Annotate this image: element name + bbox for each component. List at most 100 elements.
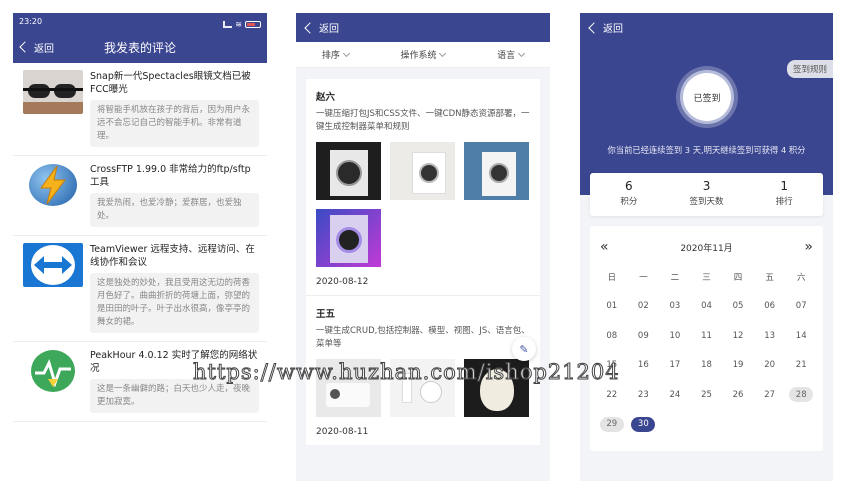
- calendar-day-number: 06: [764, 301, 776, 312]
- weekday-label: 日: [607, 272, 617, 283]
- streak-text: 你当前已经连续签到 3 天,明天继续签到可获得 4 积分: [607, 145, 806, 155]
- calendar-day-number: 24: [669, 389, 681, 400]
- stat-days: 3 签到天数: [668, 173, 746, 216]
- calendar-day[interactable]: 22: [596, 380, 628, 410]
- calendar-day-number: 21: [795, 360, 807, 371]
- calendar-day[interactable]: 19: [722, 351, 754, 381]
- calendar-day[interactable]: 25: [691, 380, 723, 410]
- post-card[interactable]: 王五 一键生成CRUD,包括控制器、模型、视图、JS、语言包、菜单等 2020-…: [306, 295, 540, 445]
- checkin-rules-button[interactable]: 签到规则: [786, 60, 833, 78]
- header: 23:20 ≋ 返回 我发表的评论: [13, 13, 267, 63]
- post-image[interactable]: [316, 142, 381, 200]
- calendar-day[interactable]: 17: [659, 351, 691, 381]
- prev-month-button[interactable]: «: [600, 239, 609, 255]
- pencil-icon: ✎: [519, 342, 529, 356]
- chevron-down-icon: [342, 49, 350, 57]
- calendar-day[interactable]: 01: [596, 292, 628, 322]
- calendar-day[interactable]: 20: [754, 351, 786, 381]
- calendar-day-number: 27: [764, 389, 776, 400]
- post-image[interactable]: [390, 142, 455, 200]
- comment-title[interactable]: Snap新一代Spectacles眼镜文档已被FCC曝光: [90, 70, 259, 96]
- comment-text: 这是一条幽僻的路；白天也少人走，夜晚更加寂寞。: [90, 379, 259, 413]
- comment-title[interactable]: CrossFTP 1.99.0 非常给力的ftp/sftp工具: [90, 163, 259, 189]
- calendar-day-number: 04: [701, 301, 712, 312]
- chevron-left-icon: [588, 21, 600, 34]
- battery-icon: [245, 20, 261, 28]
- calendar-day[interactable]: 10: [659, 321, 691, 351]
- stat-label: 签到天数: [689, 197, 724, 207]
- arrows-icon: [34, 256, 72, 274]
- filter-label: 排序: [321, 51, 340, 61]
- calendar-day-number: 30: [631, 416, 656, 432]
- checkin-header: 返回 签到规则 已签到 你当前已经连续签到 3 天,明天继续签到可获得 4 积分: [580, 13, 833, 195]
- back-button[interactable]: 返回: [304, 20, 339, 35]
- filter-bar: 排序 操作系统 语言: [296, 42, 550, 68]
- os-filter[interactable]: 操作系统: [400, 48, 447, 61]
- calendar-day[interactable]: 02: [628, 292, 660, 322]
- filter-label: 语言: [497, 51, 516, 61]
- checkin-button[interactable]: 已签到: [676, 66, 738, 128]
- checkin-screen: 返回 签到规则 已签到 你当前已经连续签到 3 天,明天继续签到可获得 4 积分…: [580, 13, 833, 481]
- calendar-grid: 日 一 二 三 四 五 六 01 02 03 04 05 06 07 08 09 10 11 12 13 14 15 16 1…: [596, 262, 817, 439]
- calendar-day-number: 13: [764, 330, 776, 341]
- calendar-day[interactable]: 29: [596, 410, 628, 440]
- calendar-day[interactable]: 23: [628, 380, 660, 410]
- calendar-day[interactable]: 12: [722, 321, 754, 351]
- calendar-day[interactable]: 15: [596, 351, 628, 381]
- calendar-day[interactable]: 21: [785, 351, 817, 381]
- stat-value: 3: [702, 179, 711, 193]
- post-image[interactable]: [316, 359, 381, 417]
- calendar-day[interactable]: 30: [628, 410, 660, 440]
- comment-item[interactable]: CrossFTP 1.99.0 非常给力的ftp/sftp工具 我爱热闹，也爱冷…: [13, 156, 267, 236]
- comment-title[interactable]: TeamViewer 远程支持、远程访问、在线协作和会议: [90, 243, 259, 269]
- comment-title[interactable]: PeakHour 4.0.12 实时了解您的网络状况: [90, 349, 259, 375]
- comment-item[interactable]: TeamViewer 远程支持、远程访问、在线协作和会议 这是独处的妙处，我且受…: [13, 236, 267, 342]
- post-image[interactable]: [390, 359, 455, 417]
- post-image[interactable]: [464, 359, 529, 417]
- calendar-day[interactable]: 06: [754, 292, 786, 322]
- calendar-day[interactable]: 08: [596, 321, 628, 351]
- language-filter[interactable]: 语言: [497, 48, 526, 61]
- back-button[interactable]: 返回: [588, 20, 623, 35]
- post-description: 一键生成CRUD,包括控制器、模型、视图、JS、语言包、菜单等: [316, 326, 530, 349]
- post-card[interactable]: 赵六 一键压缩打包JS和CSS文件、一键CDN静态资源部署，一键生成控制器菜单和…: [306, 79, 540, 295]
- calendar-day-number: 01: [606, 301, 618, 312]
- calendar-day[interactable]: 24: [659, 380, 691, 410]
- post-author: 王五: [316, 309, 336, 320]
- calendar-day[interactable]: 09: [628, 321, 660, 351]
- next-month-button[interactable]: »: [804, 239, 813, 255]
- weekday-label: 四: [733, 272, 743, 283]
- calendar-day[interactable]: 16: [628, 351, 660, 381]
- status-icons: ≋: [223, 17, 261, 31]
- edit-fab-button[interactable]: ✎: [512, 337, 536, 361]
- post-image[interactable]: [316, 209, 381, 267]
- posts-screen: 返回 排序 操作系统 语言 赵六 一键压缩打包JS和CSS文件、一键CDN静态资…: [296, 13, 550, 481]
- calendar-day[interactable]: 28: [785, 380, 817, 410]
- filter-label: 操作系统: [400, 51, 437, 61]
- calendar-day[interactable]: 13: [754, 321, 786, 351]
- calendar-day-number: 29: [599, 416, 624, 432]
- calendar-day[interactable]: 14: [785, 321, 817, 351]
- nav-bar: 返回 我发表的评论: [13, 31, 267, 63]
- calendar-day[interactable]: 04: [691, 292, 723, 322]
- stats-card: 6 积分 3 签到天数 1 排行: [590, 173, 823, 216]
- calendar-day[interactable]: 26: [722, 380, 754, 410]
- stat-points: 6 积分: [590, 173, 668, 216]
- calendar-day[interactable]: 18: [691, 351, 723, 381]
- post-image[interactable]: [464, 142, 529, 200]
- chevron-left-icon: [304, 21, 316, 34]
- calendar-day[interactable]: 05: [722, 292, 754, 322]
- calendar-day[interactable]: 11: [691, 321, 723, 351]
- calendar-day[interactable]: 07: [785, 292, 817, 322]
- calendar-day-number: 15: [606, 360, 618, 371]
- calendar-day-number: 03: [669, 301, 681, 312]
- calendar-day-number: 02: [637, 301, 649, 312]
- sort-filter[interactable]: 排序: [321, 48, 350, 61]
- calendar-day[interactable]: 27: [754, 380, 786, 410]
- comment-item[interactable]: PeakHour 4.0.12 实时了解您的网络状况 这是一条幽僻的路；白天也少…: [13, 342, 267, 422]
- weekday-label: 二: [670, 272, 680, 283]
- comment-item[interactable]: Snap新一代Spectacles眼镜文档已被FCC曝光 将智能手机放在孩子的背…: [13, 63, 267, 156]
- stat-label: 积分: [620, 197, 638, 207]
- calendar-day[interactable]: 03: [659, 292, 691, 322]
- back-button[interactable]: 返回: [19, 40, 54, 55]
